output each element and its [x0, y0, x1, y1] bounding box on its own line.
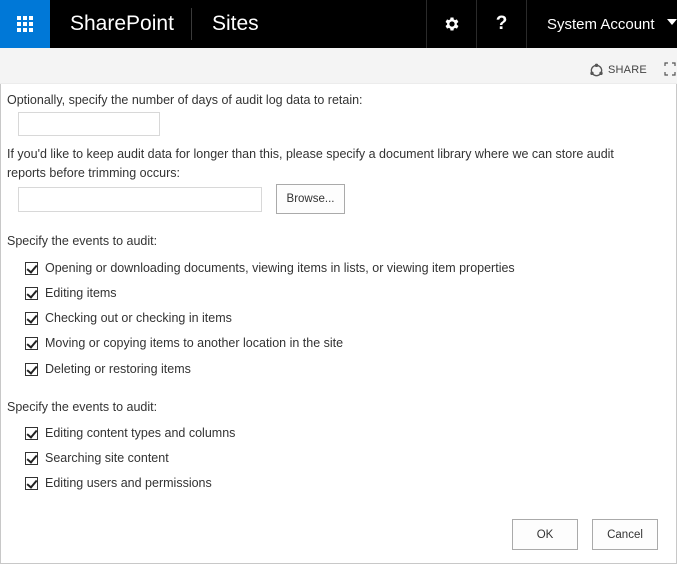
checkbox[interactable]	[25, 476, 38, 490]
cancel-button[interactable]: Cancel	[592, 519, 658, 550]
audit-settings-form: Optionally, specify the number of days o…	[0, 85, 677, 564]
checkbox[interactable]	[25, 362, 38, 376]
audit-event-option[interactable]: Opening or downloading documents, viewin…	[25, 259, 515, 277]
brand-title[interactable]: SharePoint	[70, 0, 174, 48]
focus-on-content-icon[interactable]	[664, 62, 676, 76]
checkbox[interactable]	[25, 261, 38, 275]
events-section-heading: Specify the events to audit:	[7, 234, 158, 248]
checkbox-label: Editing content types and columns	[45, 426, 236, 440]
sites-link[interactable]: Sites	[212, 0, 259, 48]
audit-event-option[interactable]: Checking out or checking in items	[25, 309, 232, 327]
checkbox-label: Editing items	[45, 286, 117, 300]
browse-button[interactable]: Browse...	[276, 184, 345, 214]
checkbox-label: Moving or copying items to another locat…	[45, 336, 344, 350]
app-launcher-icon	[17, 16, 33, 32]
checkbox-label: Opening or downloading documents, viewin…	[45, 261, 515, 275]
audit-event-option[interactable]: Deleting or restoring items	[25, 360, 191, 378]
document-library-label: If you'd like to keep audit data for lon…	[7, 147, 614, 180]
help-button[interactable]: ?	[476, 0, 526, 48]
share-label: SHARE	[608, 64, 647, 76]
checkbox-label: Deleting or restoring items	[45, 362, 191, 376]
account-menu[interactable]: System Account	[526, 0, 677, 48]
checkbox[interactable]	[25, 286, 38, 300]
ribbon-bar: SHARE	[0, 48, 677, 84]
ok-button[interactable]: OK	[512, 519, 578, 550]
checkbox-label: Searching site content	[45, 451, 169, 465]
audit-event-option[interactable]: Searching site content	[25, 449, 169, 467]
audit-event-option[interactable]: Editing items	[25, 284, 117, 302]
checkbox[interactable]	[25, 311, 38, 325]
audit-event-option[interactable]: Moving or copying items to another locat…	[25, 334, 343, 352]
share-icon	[590, 63, 603, 76]
checkbox-label: Checking out or checking in items	[45, 311, 232, 325]
document-library-input[interactable]	[18, 187, 262, 212]
suite-bar-divider	[191, 8, 192, 40]
checkbox[interactable]	[25, 426, 38, 440]
share-button[interactable]: SHARE	[589, 62, 647, 78]
app-launcher-button[interactable]	[0, 0, 50, 48]
audit-event-option[interactable]: Editing users and permissions	[25, 474, 212, 492]
caret-down-icon	[667, 19, 677, 25]
audit-event-option[interactable]: Editing content types and columns	[25, 424, 235, 442]
retain-days-input[interactable]	[18, 112, 160, 136]
suite-bar: SharePoint Sites ? System Account	[0, 0, 677, 48]
checkbox[interactable]	[25, 451, 38, 465]
gear-icon	[445, 17, 458, 31]
events-section-heading: Specify the events to audit:	[7, 400, 158, 414]
settings-button[interactable]	[426, 0, 476, 48]
retain-days-label: Optionally, specify the number of days o…	[7, 93, 363, 107]
checkbox-label: Editing users and permissions	[45, 476, 212, 490]
checkbox[interactable]	[25, 336, 38, 350]
account-name: System Account	[547, 16, 655, 33]
